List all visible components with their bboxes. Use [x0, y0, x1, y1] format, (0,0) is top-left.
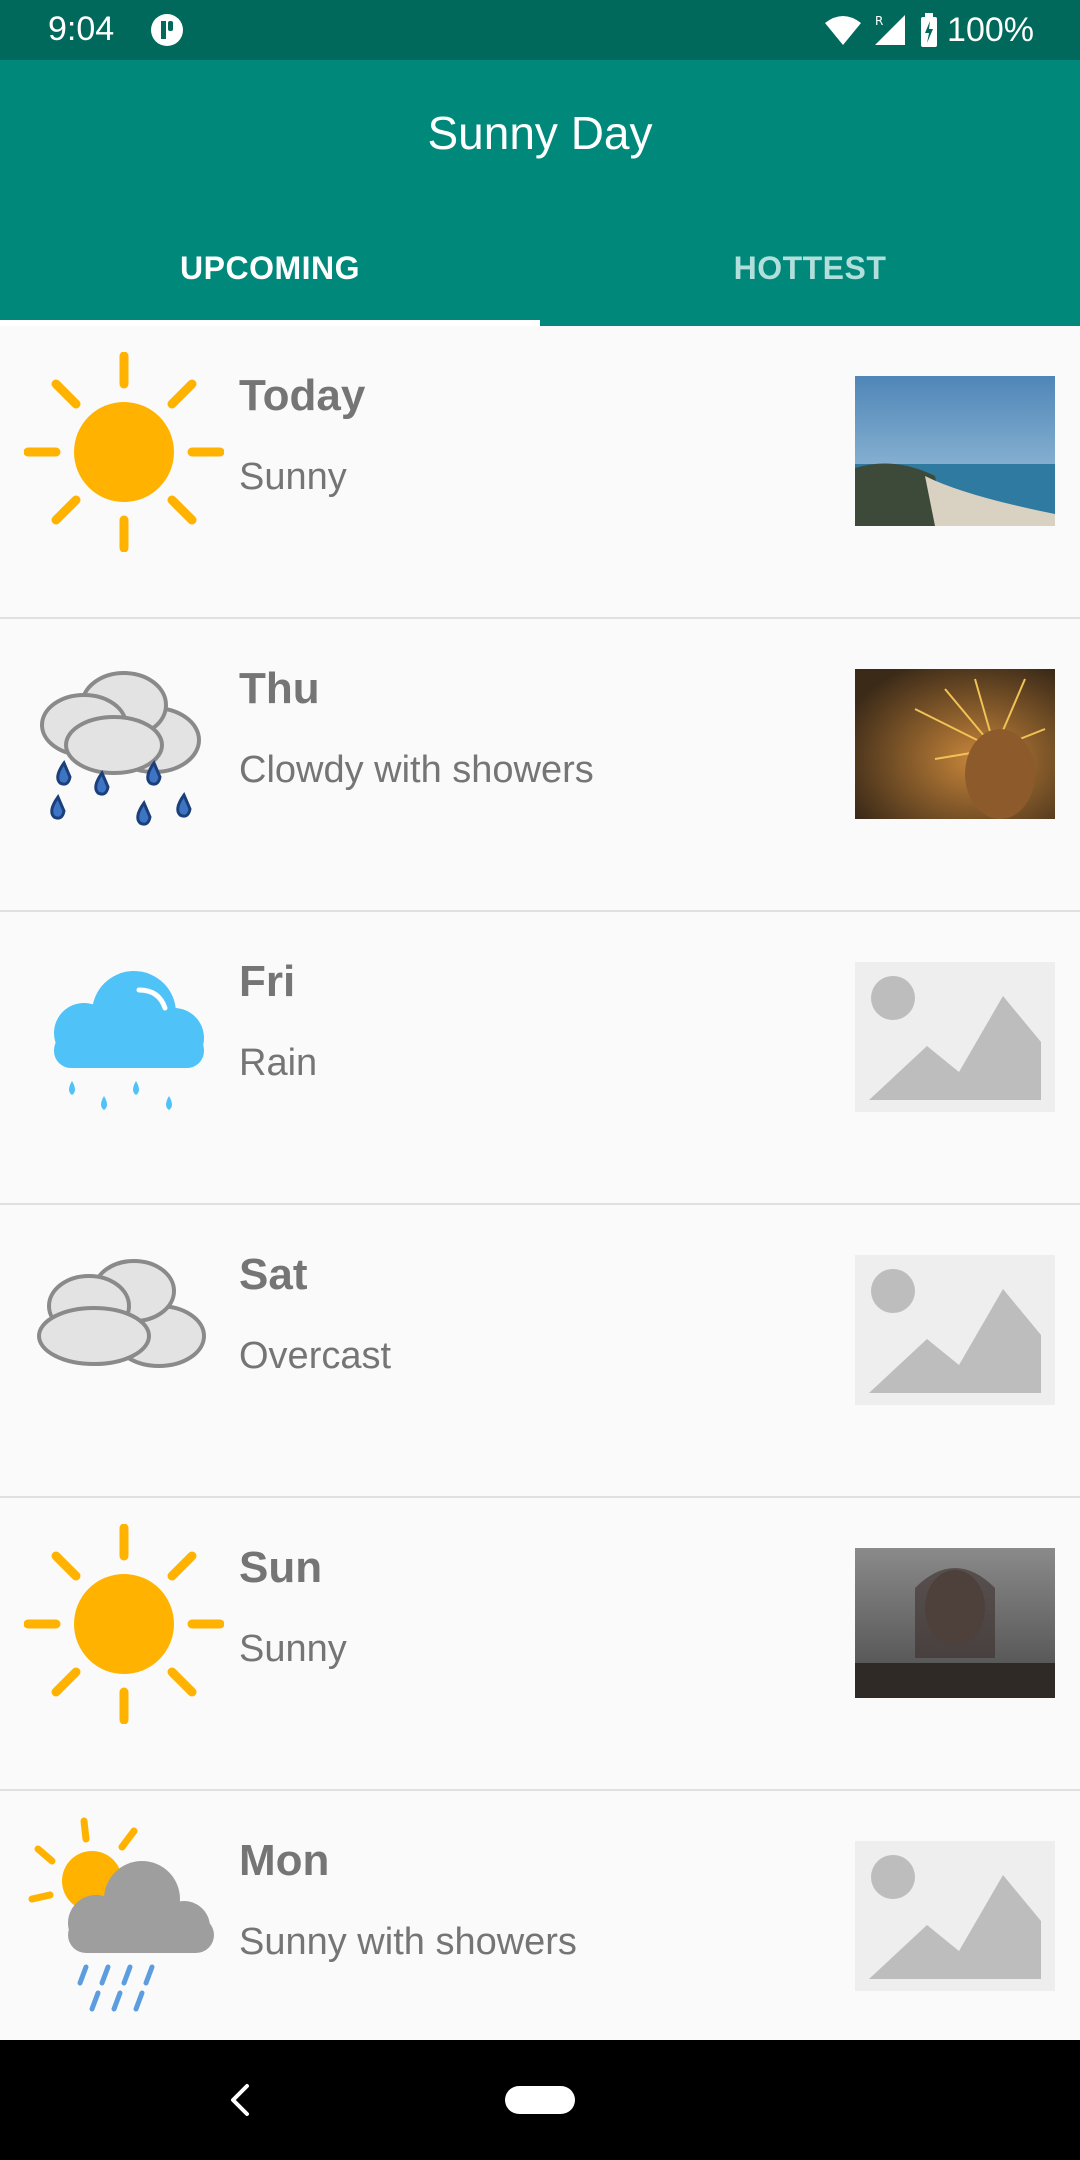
app-notification-icon: [151, 14, 183, 46]
forecast-row[interactable]: Fri Rain: [0, 912, 1080, 1205]
weather-description: Sunny: [239, 456, 347, 498]
wifi-icon: [825, 16, 862, 45]
rain-cloud-icon: [54, 971, 204, 1110]
sun-icon: [24, 1524, 224, 1724]
cactus-photo: [855, 669, 1055, 819]
forecast-row[interactable]: Sat Overcast: [0, 1205, 1080, 1498]
tab-hottest[interactable]: HOTTEST: [540, 240, 1080, 326]
image-placeholder-icon: [855, 1255, 1055, 1405]
forecast-list: Today Sunny Thu Clowdy with showers Fri …: [0, 326, 1080, 2084]
image-placeholder-icon: [855, 1841, 1055, 1991]
system-nav-bar: [0, 2040, 1080, 2160]
back-icon[interactable]: [225, 2080, 255, 2120]
status-icons: R 100%: [823, 10, 1034, 50]
battery-charging-icon: [921, 13, 938, 47]
cloud-showers-icon: [40, 671, 201, 826]
app-title: Sunny Day: [427, 107, 653, 159]
day-label: Today: [239, 371, 366, 420]
image-placeholder-icon: [855, 962, 1055, 1112]
day-label: Sat: [239, 1250, 308, 1299]
tab-bar: UPCOMING HOTTEST: [0, 240, 1080, 326]
overcast-icon: [37, 1259, 206, 1368]
weather-description: Sunny: [239, 1628, 347, 1670]
battery-percentage: 100%: [947, 10, 1034, 49]
status-bar: 9:04 R 100%: [0, 0, 1080, 60]
forecast-row[interactable]: Thu Clowdy with showers: [0, 619, 1080, 912]
portrait-photo: [855, 1548, 1055, 1698]
status-time: 9:04: [48, 10, 115, 48]
sun-cloud-rain-icon: [28, 1817, 214, 2012]
forecast-row[interactable]: Sun Sunny: [0, 1498, 1080, 1791]
day-label: Sun: [239, 1543, 323, 1592]
day-label: Thu: [239, 664, 320, 713]
day-label: Mon: [239, 1836, 330, 1885]
weather-description: Overcast: [239, 1335, 392, 1377]
svg-text:R: R: [875, 14, 883, 28]
sun-icon: [24, 352, 224, 552]
forecast-row[interactable]: Today Sunny: [0, 326, 1080, 619]
tab-upcoming[interactable]: UPCOMING: [0, 240, 540, 326]
weather-description: Sunny with showers: [239, 1921, 577, 1963]
coastline-photo: [855, 376, 1055, 526]
home-button[interactable]: [505, 2086, 575, 2114]
weather-description: Clowdy with showers: [239, 749, 594, 791]
app-bar: Sunny Day UPCOMING HOTTEST: [0, 60, 1080, 326]
day-label: Fri: [239, 957, 296, 1006]
cell-signal-icon: R: [875, 14, 906, 45]
weather-description: Rain: [239, 1042, 318, 1084]
